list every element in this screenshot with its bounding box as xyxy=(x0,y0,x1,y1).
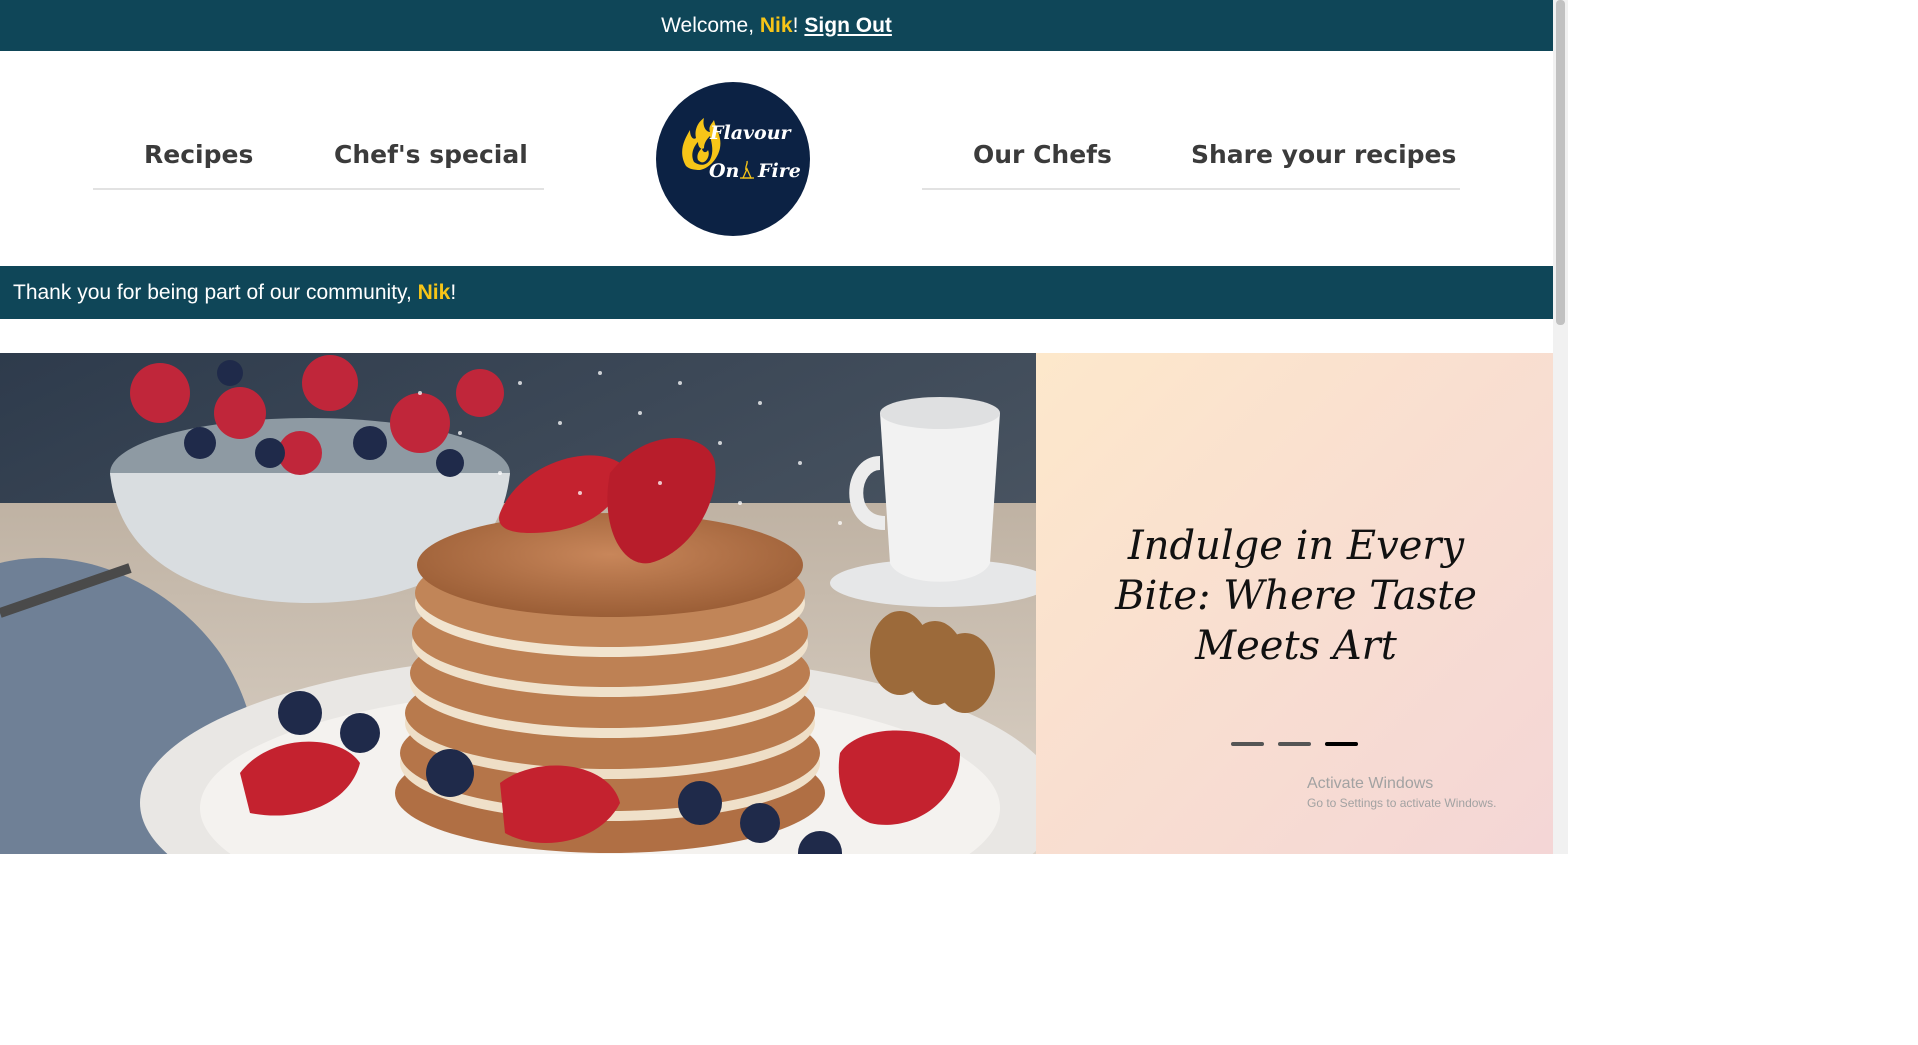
watermark-title: Activate Windows xyxy=(1307,775,1434,792)
tagline-line: Meets Art xyxy=(1195,623,1397,669)
welcome-suffix: ! xyxy=(792,13,799,37)
hero-tagline: Indulge in Every Bite: Where Taste Meets… xyxy=(1096,521,1496,671)
scrollbar-thumb[interactable] xyxy=(1556,0,1565,325)
logo-text-fire: Fire xyxy=(758,160,801,182)
nav-link-our-chefs[interactable]: Our Chefs xyxy=(973,140,1112,169)
welcome-bar: Welcome, Nik ! Sign Out xyxy=(0,0,1553,51)
nav-link-share-recipes[interactable]: Share your recipes xyxy=(1191,140,1456,169)
community-suffix: ! xyxy=(450,280,457,304)
flame-icon xyxy=(682,118,754,179)
watermark-subtitle: Go to Settings to activate Windows. xyxy=(1307,796,1497,810)
tagline-line: Bite: Where Taste xyxy=(1115,573,1477,619)
logo-text-on: On xyxy=(709,160,740,182)
carousel-dot-3[interactable] xyxy=(1325,742,1358,746)
welcome-prefix: Welcome, xyxy=(661,13,760,37)
tagline-line: Indulge in Every xyxy=(1127,523,1465,569)
nav-right: Our Chefs Share your recipes xyxy=(922,132,1460,190)
carousel-dot-2[interactable] xyxy=(1278,742,1311,746)
page-scrollbar[interactable] xyxy=(1553,0,1568,854)
community-user-name: Nik xyxy=(417,280,451,304)
nav-left: Recipes Chef's special xyxy=(93,132,544,190)
carousel-dot-1[interactable] xyxy=(1231,742,1264,746)
sign-out-link[interactable]: Sign Out xyxy=(804,14,892,38)
nav-link-chefs-special[interactable]: Chef's special xyxy=(334,140,528,169)
logo-text-flavour: Flavour xyxy=(710,122,791,144)
community-prefix: Thank you for being part of our communit… xyxy=(13,280,418,304)
hero-image xyxy=(0,353,1036,854)
user-name: Nik xyxy=(759,13,793,37)
activate-windows-watermark: Activate Windows Go to Settings to activ… xyxy=(1307,775,1496,810)
community-banner: Thank you for being part of our communit… xyxy=(0,266,1553,319)
pancake-stack-photo xyxy=(0,353,1036,854)
nav-link-recipes[interactable]: Recipes xyxy=(144,140,253,169)
site-logo[interactable]: Flavour On Fire xyxy=(656,82,810,236)
carousel-indicators xyxy=(1231,742,1358,746)
